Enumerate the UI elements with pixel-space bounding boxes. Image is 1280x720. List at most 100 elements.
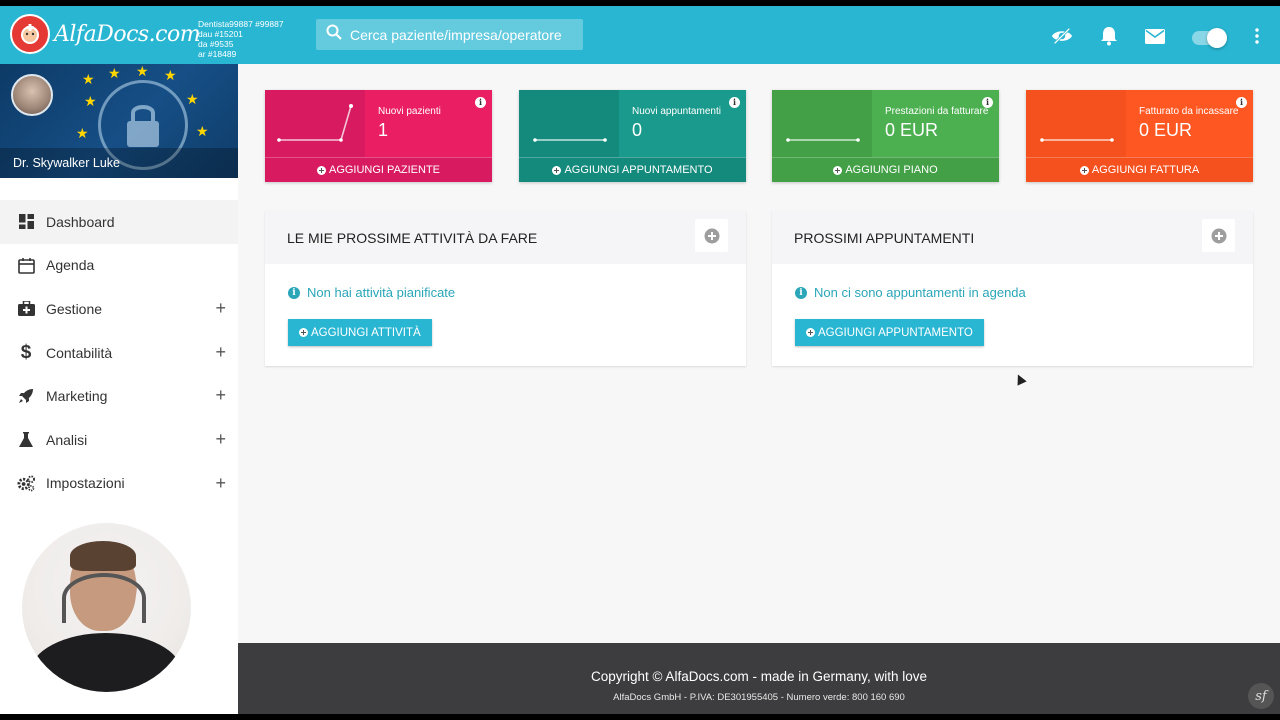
mouse-cursor-icon bbox=[1013, 372, 1027, 386]
stat-card-nuovi-pazienti: Nuovi pazienti 1 i AGGIUNGI PAZIENTE bbox=[265, 90, 492, 182]
rocket-icon bbox=[17, 387, 35, 405]
expand-plus-icon[interactable]: + bbox=[215, 342, 226, 363]
info-icon[interactable]: i bbox=[1236, 97, 1247, 108]
stat-card-body: Prestazioni da fatturare 0 EUR i bbox=[772, 90, 999, 157]
sidebar-item-label: Agenda bbox=[46, 257, 95, 274]
symfony-debug-icon[interactable]: sf bbox=[1248, 683, 1274, 709]
info-icon: i bbox=[795, 286, 807, 299]
logo[interactable]: AlfaDocs.com bbox=[10, 14, 201, 54]
plus-circle-icon bbox=[704, 228, 719, 243]
panel-header: LE MIE PROSSIME ATTIVITÀ DA FARE bbox=[265, 211, 746, 264]
sidebar-nav: Dashboard Agenda Gestione + $ Contabilit… bbox=[0, 200, 238, 505]
sidebar-item-dashboard[interactable]: Dashboard bbox=[0, 200, 238, 244]
empty-appointments-message: i Non ci sono appuntamenti in agenda bbox=[795, 285, 1026, 300]
eye-off-icon[interactable] bbox=[1051, 25, 1073, 47]
button-label: AGGIUNGI APPUNTAMENTO bbox=[818, 326, 973, 339]
stat-card-prestazioni-da-fatturare: Prestazioni da fatturare 0 EUR i AGGIUNG… bbox=[772, 90, 999, 182]
info-icon[interactable]: i bbox=[982, 97, 993, 108]
panel-header: PROSSIMI APPUNTAMENTI bbox=[772, 211, 1253, 264]
account-id-line: Dentista99887 #99887 bbox=[198, 19, 284, 29]
stat-value: 0 bbox=[632, 120, 643, 140]
plus-circle-icon bbox=[316, 165, 326, 175]
more-vert-icon[interactable] bbox=[1246, 25, 1268, 47]
add-plan-button[interactable]: AGGIUNGI PIANO bbox=[772, 157, 999, 182]
mail-icon[interactable] bbox=[1144, 25, 1166, 47]
button-label: AGGIUNGI APPUNTAMENTO bbox=[564, 164, 713, 176]
eu-star-icon: ★ bbox=[108, 65, 121, 81]
button-label: AGGIUNGI FATTURA bbox=[1091, 164, 1200, 176]
add-invoice-button[interactable]: AGGIUNGI FATTURA bbox=[1026, 157, 1253, 182]
stat-label: Fatturato da incassare bbox=[1139, 106, 1239, 117]
eu-star-icon: ★ bbox=[84, 93, 97, 109]
stat-label: Nuovi appuntamenti bbox=[632, 106, 721, 117]
sparkline-chart bbox=[519, 90, 619, 157]
dashboard-icon bbox=[17, 213, 35, 231]
account-id-line: dau #15201 bbox=[198, 29, 243, 39]
info-icon[interactable]: i bbox=[475, 97, 486, 108]
add-appointment-button[interactable]: AGGIUNGI APPUNTAMENTO bbox=[519, 157, 746, 182]
toggle-knob bbox=[1207, 28, 1227, 48]
message-text: Non hai attività pianificate bbox=[307, 285, 456, 300]
user-avatar[interactable] bbox=[11, 74, 53, 116]
stat-value: 0 EUR bbox=[885, 120, 939, 140]
webcam-person-hair bbox=[70, 541, 136, 571]
add-task-icon-button[interactable] bbox=[695, 219, 728, 252]
add-appointment-panel-button[interactable]: AGGIUNGI APPUNTAMENTO bbox=[795, 319, 984, 346]
search-icon bbox=[326, 24, 342, 45]
stat-value: 0 EUR bbox=[1139, 120, 1193, 140]
stat-card-body: Fatturato da incassare 0 EUR i bbox=[1026, 90, 1253, 157]
add-appointment-icon-button[interactable] bbox=[1202, 219, 1235, 252]
sidebar-item-analisi[interactable]: Analisi + bbox=[0, 418, 238, 462]
expand-plus-icon[interactable]: + bbox=[215, 385, 226, 406]
webcam-person-body bbox=[30, 633, 182, 692]
plus-circle-icon bbox=[833, 165, 843, 175]
calendar-icon bbox=[17, 256, 35, 274]
sparkline-chart bbox=[265, 90, 365, 157]
stat-card-fatturato-da-incassare: Fatturato da incassare 0 EUR i AGGIUNGI … bbox=[1026, 90, 1253, 182]
button-label: AGGIUNGI ATTIVITÀ bbox=[311, 326, 421, 339]
sidebar-item-label: Impostazioni bbox=[46, 475, 125, 492]
eu-star-icon: ★ bbox=[196, 123, 209, 139]
expand-plus-icon[interactable]: + bbox=[215, 429, 226, 450]
eu-star-icon: ★ bbox=[76, 125, 89, 141]
logo-text: AlfaDocs.com bbox=[54, 21, 201, 47]
expand-plus-icon[interactable]: + bbox=[215, 298, 226, 319]
add-task-button[interactable]: AGGIUNGI ATTIVITÀ bbox=[288, 319, 432, 346]
expand-plus-icon[interactable]: + bbox=[215, 473, 226, 494]
stat-card-nuovi-appuntamenti: Nuovi appuntamenti 0 i AGGIUNGI APPUNTAM… bbox=[519, 90, 746, 182]
flask-icon bbox=[17, 431, 35, 449]
sidebar-item-marketing[interactable]: Marketing + bbox=[0, 374, 238, 418]
lion-logo-icon bbox=[10, 14, 50, 54]
sparkline-chart bbox=[772, 90, 872, 157]
bell-icon[interactable] bbox=[1098, 25, 1120, 47]
eu-star-icon: ★ bbox=[186, 91, 199, 107]
stat-label: Prestazioni da fatturare bbox=[885, 106, 989, 117]
panel-title: LE MIE PROSSIME ATTIVITÀ DA FARE bbox=[287, 230, 538, 246]
sidebar-item-label: Marketing bbox=[46, 388, 108, 405]
webcam-overlay bbox=[22, 523, 191, 692]
stat-value: 1 bbox=[378, 120, 389, 140]
plus-circle-icon bbox=[552, 165, 562, 175]
eu-star-icon: ★ bbox=[164, 67, 177, 83]
stat-label: Nuovi pazienti bbox=[378, 106, 441, 117]
headphones-icon bbox=[62, 573, 146, 623]
sidebar-item-agenda[interactable]: Agenda bbox=[0, 244, 238, 288]
search-input[interactable] bbox=[350, 26, 570, 43]
plus-circle-icon bbox=[1211, 228, 1226, 243]
sidebar-item-label: Contabilità bbox=[46, 344, 113, 361]
search-bar[interactable] bbox=[316, 19, 583, 50]
info-icon[interactable]: i bbox=[729, 97, 740, 108]
dollar-icon: $ bbox=[20, 341, 32, 363]
info-icon: i bbox=[288, 286, 300, 299]
add-patient-button[interactable]: AGGIUNGI PAZIENTE bbox=[265, 157, 492, 182]
sidebar: ★ ★ ★ ★ ★ ★ ★ ★ Dr. Skywalker Luke Dashb… bbox=[0, 64, 238, 714]
user-name[interactable]: Dr. Skywalker Luke bbox=[13, 156, 120, 170]
sidebar-item-impostazioni[interactable]: Impostazioni + bbox=[0, 462, 238, 506]
account-ids: Dentista99887 #99887 dau #15201 da #9535… bbox=[198, 19, 284, 59]
stat-card-body: Nuovi pazienti 1 i bbox=[265, 90, 492, 157]
account-id-line: ar #18489 bbox=[198, 49, 237, 59]
sidebar-item-gestione[interactable]: Gestione + bbox=[0, 287, 238, 331]
sidebar-item-contabilita[interactable]: $ Contabilità + bbox=[0, 331, 238, 375]
panel-title: PROSSIMI APPUNTAMENTI bbox=[794, 230, 975, 246]
theme-toggle-switch[interactable] bbox=[1192, 28, 1227, 48]
